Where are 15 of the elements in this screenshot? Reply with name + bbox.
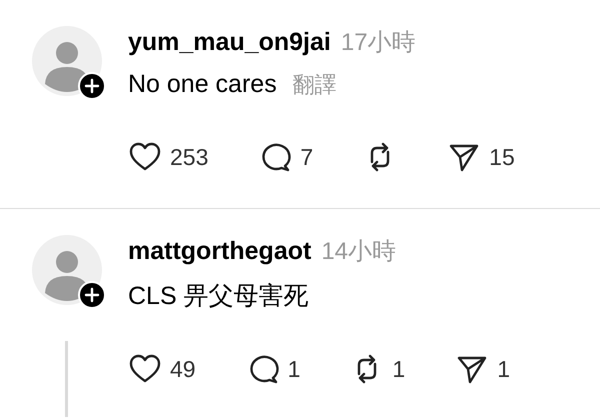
action-count: 49 [170, 356, 196, 382]
post-text: CLS 畀父母害死 [128, 281, 309, 312]
action-count: 7 [300, 144, 314, 170]
action-count: 15 [489, 144, 515, 170]
follow-plus-icon[interactable] [78, 281, 106, 309]
username[interactable]: yum_mau_on9jai [128, 28, 331, 57]
post-text: No one cares [128, 70, 277, 99]
post-time: 14小時 [321, 237, 396, 267]
username[interactable]: mattgorthegaot [128, 237, 312, 266]
follow-plus-icon[interactable] [78, 72, 106, 100]
action-count: 253 [170, 144, 208, 170]
post-time: 17小時 [340, 28, 416, 58]
action-count: 1 [392, 356, 406, 382]
action-count: 1 [288, 356, 300, 382]
action-count: 1 [497, 356, 510, 382]
